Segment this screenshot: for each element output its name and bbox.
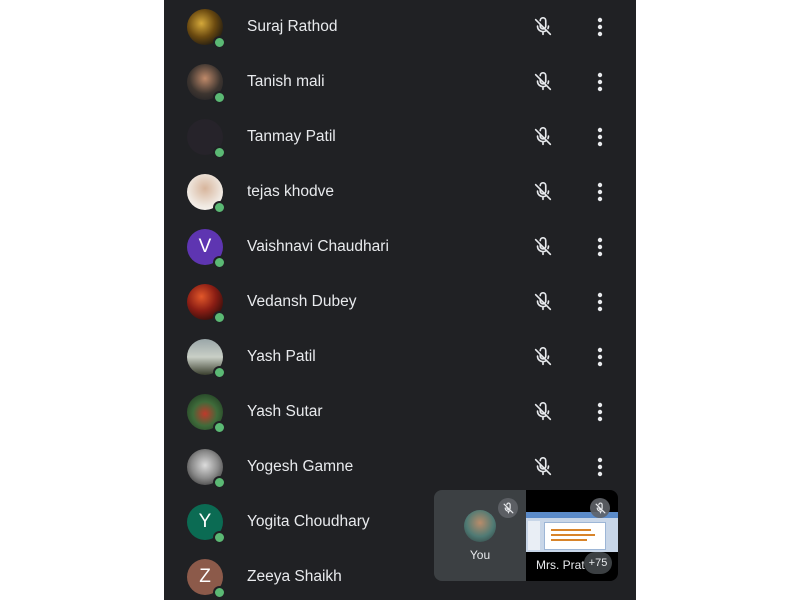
participant-name: Yogita Choudhary [247, 513, 370, 530]
online-status-dot [213, 36, 226, 49]
more-options-icon[interactable] [588, 15, 612, 39]
participant-row[interactable]: Tanmay Patil [164, 110, 636, 165]
more-options-icon[interactable] [588, 235, 612, 259]
avatar [464, 510, 496, 542]
more-options-icon[interactable] [588, 455, 612, 479]
avatar-letter: Y [198, 511, 212, 532]
online-status-dot [213, 366, 226, 379]
participant-row[interactable]: tejas khodve [164, 165, 636, 220]
online-status-dot [213, 311, 226, 324]
participant-row[interactable]: Yogesh Gamne [164, 440, 636, 495]
participant-name: Yogesh Gamne [247, 458, 354, 475]
more-options-icon[interactable] [588, 125, 612, 149]
participant-name: tejas khodve [247, 183, 335, 200]
participant-name: Tanish mali [247, 73, 325, 90]
participant-name: Yash Patil [247, 348, 316, 365]
online-status-dot [213, 256, 226, 269]
self-video-tile[interactable]: You [434, 490, 526, 581]
more-options-icon[interactable] [588, 345, 612, 369]
mic-off-icon [531, 455, 555, 479]
more-participants-badge[interactable]: +75 [584, 552, 612, 574]
more-options-icon[interactable] [588, 180, 612, 204]
mic-off-icon [531, 290, 555, 314]
self-tile-label: You [469, 548, 491, 562]
online-status-dot [213, 421, 226, 434]
more-options-icon[interactable] [588, 290, 612, 314]
online-status-dot [213, 146, 226, 159]
online-status-dot [213, 586, 226, 599]
mic-off-icon [531, 15, 555, 39]
online-status-dot [213, 91, 226, 104]
mic-off-icon [590, 498, 610, 518]
screen-share-tile[interactable]: Mrs. Prat +75 [526, 490, 618, 581]
online-status-dot [213, 201, 226, 214]
more-options-icon[interactable] [588, 70, 612, 94]
avatar-letter: Z [199, 566, 211, 587]
participant-row[interactable]: Suraj Rathod [164, 0, 636, 55]
more-options-icon[interactable] [588, 400, 612, 424]
participant-row[interactable]: V Vaishnavi Chaudhari [164, 220, 636, 275]
mic-off-icon [531, 235, 555, 259]
mic-off-icon [498, 498, 518, 518]
share-tile-label: Mrs. Prat [536, 558, 585, 572]
participant-row[interactable]: Yash Sutar [164, 385, 636, 440]
participant-row[interactable]: Yash Patil [164, 330, 636, 385]
online-status-dot [213, 476, 226, 489]
mic-off-icon [531, 125, 555, 149]
participant-name: Tanmay Patil [247, 128, 336, 145]
participant-row[interactable]: Tanish mali [164, 55, 636, 110]
shared-screen-preview [526, 512, 618, 552]
mic-off-icon [531, 70, 555, 94]
participant-name: Zeeya Shaikh [247, 568, 342, 585]
participant-row[interactable]: Vedansh Dubey [164, 275, 636, 330]
mic-off-icon [531, 400, 555, 424]
mic-off-icon [531, 180, 555, 204]
online-status-dot [213, 531, 226, 544]
participant-name: Vedansh Dubey [247, 293, 357, 310]
mic-off-icon [531, 345, 555, 369]
participant-name: Yash Sutar [247, 403, 323, 420]
avatar-letter: V [198, 236, 212, 257]
participant-name: Suraj Rathod [247, 18, 338, 35]
participant-name: Vaishnavi Chaudhari [247, 238, 389, 255]
